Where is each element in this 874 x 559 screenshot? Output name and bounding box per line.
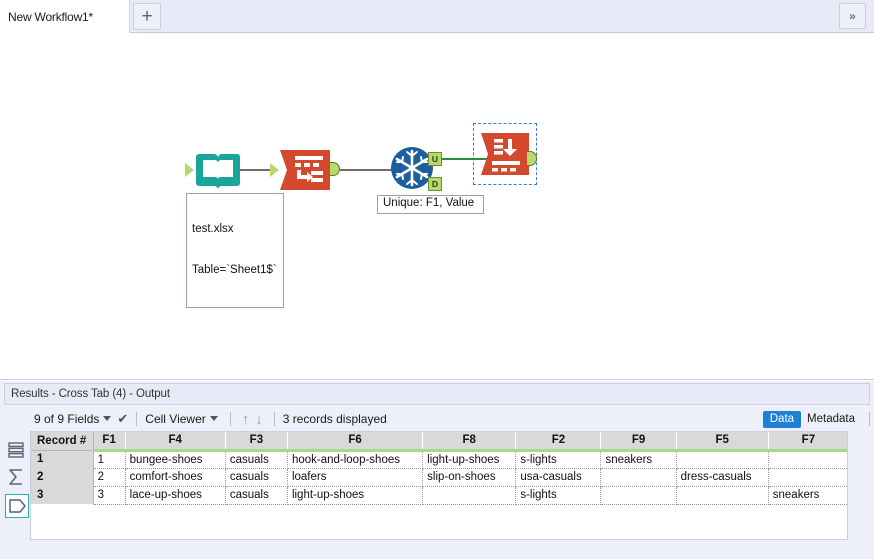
cell-record: 1 [31,450,94,468]
annotation-line-2: Table=`Sheet1$` [192,263,277,276]
toolbar-divider-3 [273,412,275,426]
records-displayed-label: 3 records displayed [282,412,387,426]
results-table: Record # F1 F4 F3 F6 F8 F2 F9 F5 F7 1 1 … [31,432,847,505]
cell[interactable]: dress-casuals [676,468,769,487]
cell[interactable] [600,486,677,505]
column-header-record[interactable]: Record # [31,432,94,451]
column-header-f8[interactable]: F8 [422,432,517,452]
cell[interactable] [768,450,847,469]
check-icon[interactable]: ✔ [117,411,128,427]
cell[interactable]: usa-casuals [515,468,602,487]
toolbar-divider-4 [869,412,870,426]
cell[interactable]: hook-and-loop-shoes [287,450,424,469]
column-header-f7[interactable]: F7 [768,432,847,452]
crosstab-tool[interactable] [479,131,531,180]
cell[interactable]: light-up-shoes [287,486,424,505]
cell[interactable]: 1 [93,450,126,469]
table-row[interactable]: 2 2 comfort-shoes casuals loafers slip-o… [31,468,847,487]
crosstab-icon [481,133,529,175]
sigma-icon [9,469,22,485]
rows-icon [8,442,24,458]
plus-icon[interactable]: + [133,3,161,30]
chevron-down-icon[interactable] [103,415,112,421]
cell[interactable]: light-up-shoes [422,450,517,469]
unique-output-port-d[interactable]: D [428,177,442,191]
cell[interactable] [768,468,847,487]
unique-output-port-u[interactable]: U [428,152,442,166]
toolbar-divider-2 [229,412,231,426]
column-header-f9[interactable]: F9 [600,432,677,452]
cell[interactable]: casuals [225,450,288,469]
input-data-annotation: test.xlsx Table=`Sheet1$` [186,193,284,308]
column-header-f2[interactable]: F2 [515,432,602,452]
chevron-down-icon-2[interactable] [209,415,218,421]
cell[interactable]: s-lights [515,486,602,505]
hexagon-icon [9,499,26,513]
column-header-f1[interactable]: F1 [93,432,126,452]
column-header-f4[interactable]: F4 [125,432,226,452]
results-data-grid[interactable]: Record # F1 F4 F3 F6 F8 F2 F9 F5 F7 1 1 … [30,431,848,540]
cell[interactable]: 2 [93,468,126,487]
arrow-up-icon[interactable]: ↑ [242,411,250,428]
cell[interactable]: casuals [225,486,288,505]
workflow-tab-bar: New Workflow1* × + » [0,0,874,33]
workflow-tab-new-workflow1[interactable]: New Workflow1* [0,0,130,33]
cell[interactable]: slip-on-shoes [422,468,517,487]
cell[interactable] [676,486,769,505]
table-row[interactable]: 1 1 bungee-shoes casuals hook-and-loop-s… [31,450,847,469]
cell[interactable]: sneakers [768,486,847,505]
cell-record: 3 [31,486,94,504]
alteryx-designer-window: New Workflow1* × + » [0,0,874,559]
cell[interactable]: bungee-shoes [125,450,226,469]
unique-annotation: Unique: F1, Value [377,195,484,214]
cell[interactable]: casuals [225,468,288,487]
results-pane: Results - Cross Tab (4) - Output 9 of 9 … [0,381,874,559]
transpose-icon [280,150,330,190]
cell[interactable] [676,450,769,469]
column-header-f5[interactable]: F5 [676,432,769,452]
results-title: Results - Cross Tab (4) - Output [4,383,870,405]
input-data-tool[interactable] [196,149,240,194]
table-header-row: Record # F1 F4 F3 F6 F8 F2 F9 F5 F7 [31,432,847,452]
fields-selector-label[interactable]: 9 of 9 Fields [34,412,99,426]
arrow-down-icon[interactable]: ↓ [255,411,263,428]
book-icon [196,154,240,189]
transpose-tool[interactable] [278,148,332,195]
cell[interactable] [422,486,517,505]
cell[interactable]: lace-up-shoes [125,486,226,505]
chevron-double-right-icon[interactable]: » [839,3,866,29]
input-data-output-port[interactable] [185,163,194,177]
rail-icon-profile[interactable] [5,494,29,518]
annotation-line-1: test.xlsx [192,223,234,235]
rail-icon-data[interactable] [5,439,27,461]
cell[interactable]: sneakers [600,450,677,469]
rail-icon-summary[interactable] [5,466,27,488]
results-toolbar: 9 of 9 Fields ✔ Cell Viewer ↑ ↓ 3 record… [0,408,874,430]
workflow-tab-label: New Workflow1* [8,9,94,24]
column-header-f3[interactable]: F3 [225,432,288,452]
results-left-rail [0,431,30,540]
cell[interactable]: comfort-shoes [125,468,226,487]
tab-data[interactable]: Data [762,410,802,428]
column-header-f6[interactable]: F6 [287,432,424,452]
table-row[interactable]: 3 3 lace-up-shoes casuals light-up-shoes… [31,486,847,505]
toolbar-divider-1 [136,412,138,426]
cell[interactable]: loafers [287,468,424,487]
cell[interactable]: s-lights [515,450,602,469]
cell-viewer-label[interactable]: Cell Viewer [145,412,205,426]
cell-record: 2 [31,468,94,486]
workflow-canvas[interactable]: U D test.xlsx Table=`Sheet1$` Unique: F1… [0,34,874,380]
cell[interactable] [600,468,677,487]
cell[interactable]: 3 [93,486,126,505]
tab-metadata[interactable]: Metadata [801,411,861,428]
